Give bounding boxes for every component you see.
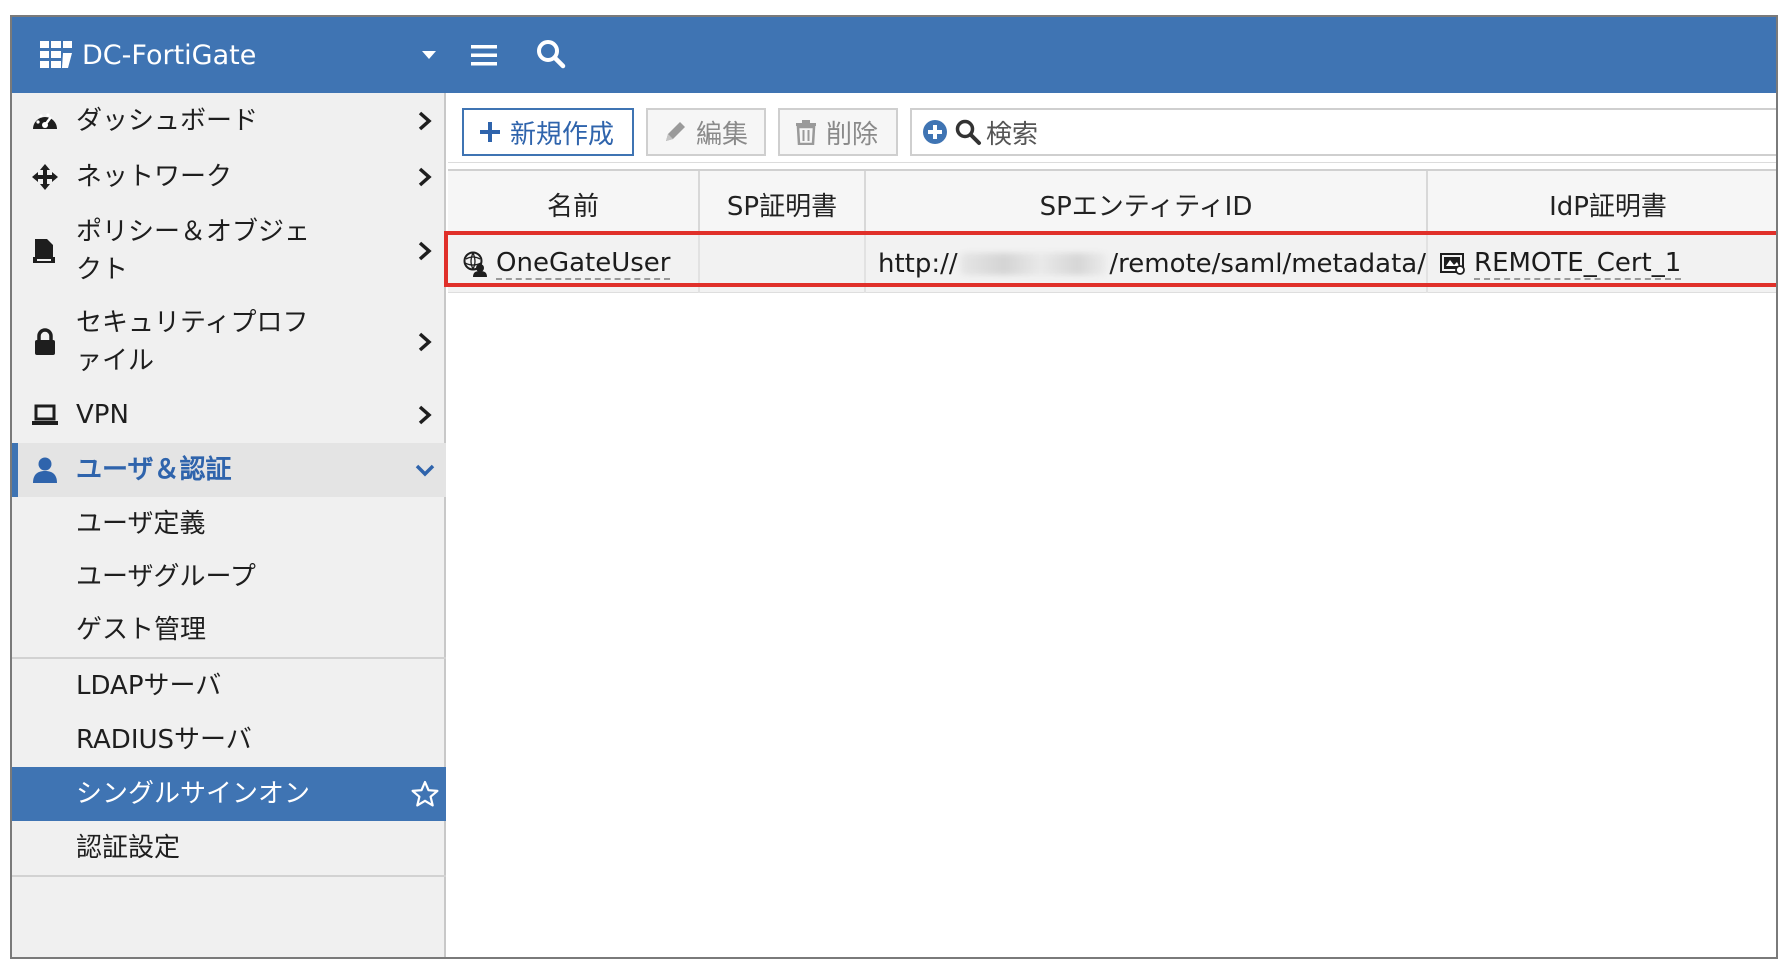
- sidebar-item-dashboard[interactable]: ダッシュボード: [12, 93, 446, 149]
- edit-label: 編集: [696, 119, 749, 150]
- sidebar-subitem-label: シングルサインオン: [76, 779, 311, 809]
- app-window: DC-FortiGate ダッシュボード ネットワーク ポリシー＆オブジェクト …: [10, 15, 1778, 959]
- sidebar-item-label: VPN: [76, 400, 129, 430]
- sp-entity-prefix: http://: [878, 249, 958, 279]
- table-header: 名前 SP証明書 SPエンティティID IdP証明書: [448, 169, 1776, 237]
- column-header-name[interactable]: 名前: [448, 171, 700, 237]
- device-selector[interactable]: DC-FortiGate: [40, 37, 256, 73]
- sidebar-item-label: セキュリティプロファイル: [76, 308, 309, 376]
- active-accent-bar: [12, 443, 18, 497]
- cell-idp-cert: REMOTE_Cert_1: [1428, 235, 1776, 293]
- column-header-sp-entity-id[interactable]: SPエンティティID: [866, 171, 1428, 237]
- edit-button[interactable]: 編集: [646, 108, 766, 156]
- delete-label: 削除: [826, 119, 879, 150]
- user-icon: [30, 455, 60, 485]
- create-new-button[interactable]: 新規作成: [462, 108, 634, 156]
- search-icon[interactable]: [534, 37, 568, 71]
- certificate-icon: [1440, 253, 1465, 275]
- sidebar-subitem-guest-management[interactable]: ゲスト管理: [12, 603, 446, 657]
- caret-down-icon[interactable]: [420, 47, 438, 63]
- sidebar-subitem-user-groups[interactable]: ユーザグループ: [12, 551, 446, 603]
- toolbar: 新規作成 編集 削除 検索: [448, 93, 1776, 163]
- device-name: DC-FortiGate: [82, 39, 257, 71]
- sidebar-item-label: ネットワーク: [76, 162, 233, 192]
- sidebar-item-label: ポリシー＆オブジェクト: [76, 217, 311, 285]
- sidebar-item-network[interactable]: ネットワーク: [12, 149, 446, 205]
- sidebar-subitem-radius-servers[interactable]: RADIUSサーバ: [12, 713, 446, 767]
- table-row[interactable]: OneGateUser http:// /remote/saml/metadata…: [448, 235, 1776, 293]
- column-header-sp-cert[interactable]: SP証明書: [700, 171, 866, 237]
- sidebar-item-user-auth[interactable]: ユーザ＆認証: [12, 443, 446, 497]
- sidebar-item-security-profiles[interactable]: セキュリティプロファイル: [12, 297, 446, 387]
- plus-icon: [480, 122, 500, 142]
- sp-entity-suffix: /remote/saml/metadata/: [1109, 249, 1426, 279]
- dashboard-icon: [30, 106, 60, 136]
- sidebar-subitem-auth-settings[interactable]: 認証設定: [12, 821, 446, 875]
- sso-entry-name[interactable]: OneGateUser: [496, 248, 671, 280]
- laptop-icon: [30, 400, 60, 430]
- hamburger-icon[interactable]: [468, 39, 500, 71]
- chevron-down-icon: [415, 464, 435, 477]
- pencil-icon: [666, 122, 685, 141]
- saml-user-icon: [463, 251, 487, 277]
- sidebar: ダッシュボード ネットワーク ポリシー＆オブジェクト セキュリティプロファイル: [12, 93, 446, 957]
- chevron-right-icon: [418, 111, 432, 131]
- sidebar-subitem-single-sign-on[interactable]: シングルサインオン: [12, 767, 446, 821]
- chevron-right-icon: [418, 241, 432, 261]
- sidebar-subitem-user-definition[interactable]: ユーザ定義: [12, 497, 446, 551]
- sidebar-subitem-label: ゲスト管理: [76, 615, 207, 645]
- search-input[interactable]: 検索: [910, 108, 1776, 156]
- sidebar-subitem-ldap-servers[interactable]: LDAPサーバ: [12, 659, 446, 713]
- sidebar-subitem-label: RADIUSサーバ: [76, 725, 252, 755]
- chevron-right-icon: [418, 405, 432, 425]
- sidebar-subitem-label: LDAPサーバ: [76, 671, 222, 701]
- fortinet-logo-icon: [40, 41, 72, 68]
- sidebar-item-policy-objects[interactable]: ポリシー＆オブジェクト: [12, 205, 446, 297]
- policy-icon: [30, 236, 60, 266]
- column-header-idp-cert[interactable]: IdP証明書: [1428, 171, 1776, 237]
- idp-cert-name[interactable]: REMOTE_Cert_1: [1474, 248, 1682, 280]
- trash-icon: [796, 120, 816, 145]
- sidebar-subitem-label: 認証設定: [76, 833, 181, 863]
- delete-button[interactable]: 削除: [778, 108, 898, 156]
- top-bar: DC-FortiGate: [12, 17, 1776, 93]
- redacted-hostname: [959, 253, 1108, 275]
- sidebar-item-label: ユーザ＆認証: [76, 455, 232, 485]
- search-icon: [955, 119, 981, 145]
- network-move-icon: [30, 162, 60, 192]
- lock-icon: [30, 327, 60, 357]
- sidebar-item-vpn[interactable]: VPN: [12, 387, 446, 443]
- cell-name: OneGateUser: [448, 235, 700, 293]
- chevron-right-icon: [418, 167, 432, 187]
- sidebar-item-label: ダッシュボード: [76, 106, 259, 136]
- cell-sp-cert: [700, 235, 866, 293]
- star-icon[interactable]: [410, 779, 440, 809]
- main-content: 新規作成 編集 削除 検索 名前 SP証明書 SPエンティティID IdP証明書: [444, 93, 1776, 957]
- cell-sp-entity-id: http:// /remote/saml/metadata/: [866, 235, 1428, 293]
- sidebar-divider: [12, 875, 446, 877]
- search-placeholder: 検索: [986, 119, 1039, 150]
- sidebar-subitem-label: ユーザ定義: [76, 509, 206, 539]
- create-new-label: 新規作成: [510, 119, 615, 150]
- sidebar-subitem-label: ユーザグループ: [76, 562, 256, 592]
- add-filter-icon[interactable]: [922, 119, 948, 145]
- chevron-right-icon: [418, 332, 432, 352]
